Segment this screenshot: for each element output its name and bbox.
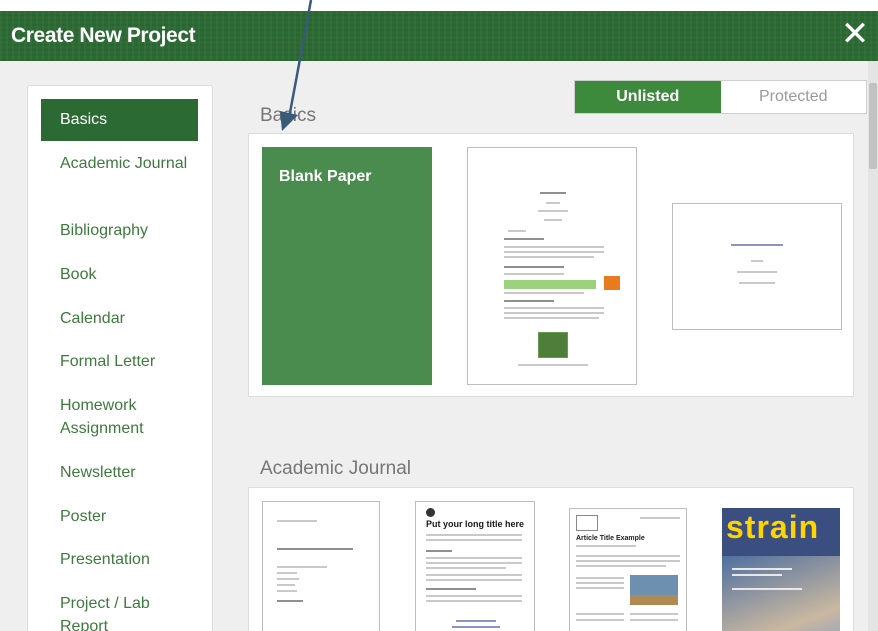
blank-paper-label: Blank Paper <box>279 168 372 185</box>
template-headline: Put your long title here <box>426 519 525 529</box>
template-gallery: Unlisted Protected Basics Blank Paper Ac… <box>248 61 867 631</box>
sidebar-item-academic-journal[interactable]: Academic Journal <box>41 152 191 175</box>
presentation-template-thumbnail-icon[interactable] <box>672 203 842 330</box>
sidebar-item-book[interactable]: Book <box>41 263 198 286</box>
category-sidebar: Basics Academic Journal Bibliography Boo… <box>27 85 213 631</box>
scrollbar-thumb[interactable] <box>869 83 877 169</box>
dialog-header: Create New Project ✕ <box>0 11 878 61</box>
article-title-template[interactable]: Article Title Example <box>569 508 687 631</box>
visibility-toggle: Unlisted Protected <box>574 80 867 114</box>
top-margin <box>0 0 878 11</box>
sidebar-item-basics[interactable]: Basics <box>41 99 198 141</box>
sidebar-item-newsletter[interactable]: Newsletter <box>41 461 198 484</box>
close-icon[interactable]: ✕ <box>838 17 872 51</box>
strain-journal-template[interactable]: strain <box>722 508 840 631</box>
unlisted-option[interactable]: Unlisted <box>575 81 721 113</box>
sidebar-item-project-lab-report[interactable]: Project / Lab Report <box>41 592 181 631</box>
protected-option[interactable]: Protected <box>721 81 867 113</box>
paper-template-thumbnail-icon[interactable] <box>467 147 637 385</box>
strain-logo: strain <box>726 509 820 545</box>
sidebar-item-homework-assignment[interactable]: Homework Assignment <box>41 394 191 440</box>
sidebar-item-poster[interactable]: Poster <box>41 505 198 528</box>
journal-template-thumbnail-icon[interactable] <box>262 501 380 631</box>
sidebar-item-formal-letter[interactable]: Formal Letter <box>41 350 198 373</box>
dialog-body: Basics Academic Journal Bibliography Boo… <box>0 61 878 631</box>
sidebar-item-presentation[interactable]: Presentation <box>41 548 198 571</box>
sidebar-item-bibliography[interactable]: Bibliography <box>41 219 198 242</box>
dialog-title: Create New Project <box>11 24 196 47</box>
sidebar-item-calendar[interactable]: Calendar <box>41 307 198 330</box>
academic-journal-template-panel: Put your long title here Article Title E… <box>248 487 854 631</box>
basics-template-panel: Blank Paper <box>248 133 854 397</box>
section-title-basics: Basics <box>260 105 316 126</box>
put-your-long-title-template[interactable]: Put your long title here <box>415 501 535 631</box>
section-title-academic-journal: Academic Journal <box>260 458 412 479</box>
template-headline: Article Title Example <box>576 535 645 542</box>
blank-paper-template[interactable]: Blank Paper <box>262 147 432 385</box>
vertical-scrollbar[interactable] <box>868 61 878 631</box>
